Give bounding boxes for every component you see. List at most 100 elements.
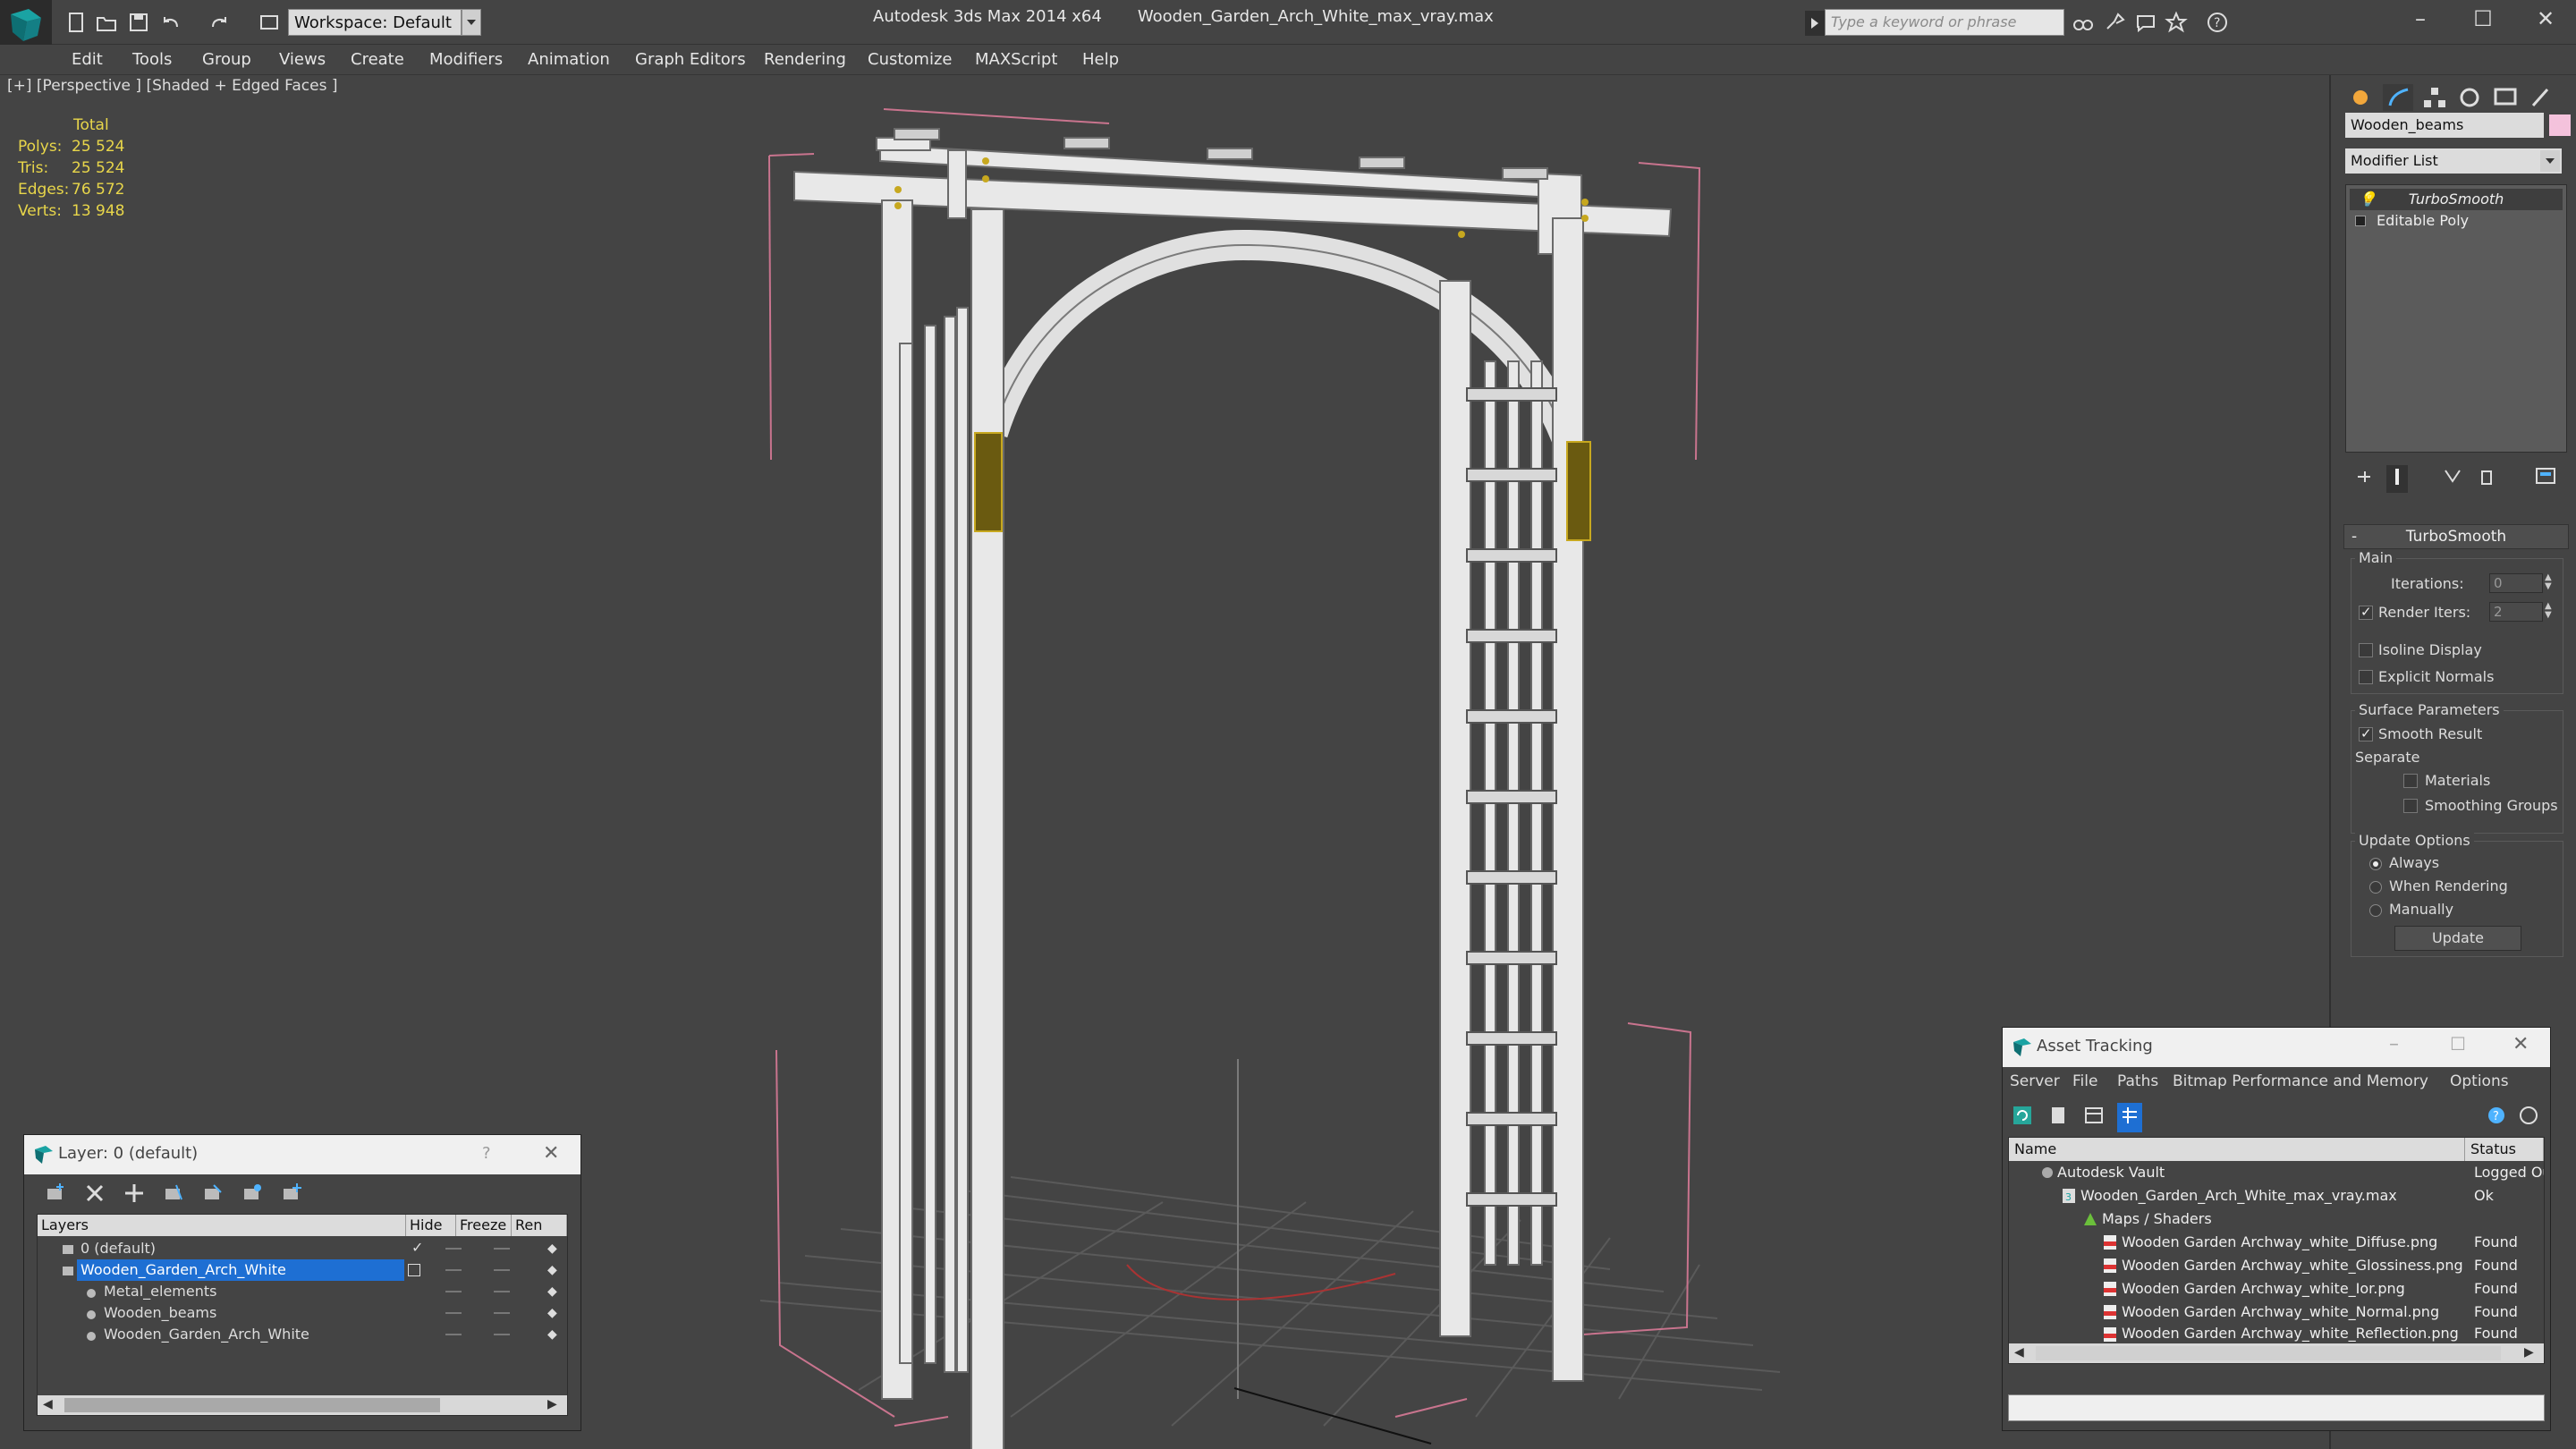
- scroll-left-icon[interactable]: ◀: [2014, 1345, 2024, 1360]
- table-view-icon[interactable]: [2083, 1105, 2105, 1131]
- menu-rendering[interactable]: Rendering: [764, 45, 846, 75]
- chevron-down-icon[interactable]: [2540, 150, 2560, 172]
- list-view-icon[interactable]: [2047, 1105, 2069, 1131]
- create-tab-icon[interactable]: [2345, 84, 2376, 111]
- menu-create[interactable]: Create: [351, 45, 404, 75]
- close-icon[interactable]: ✕: [543, 1142, 559, 1165]
- table-row[interactable]: Wooden Garden Archway_white_Normal.png F…: [2009, 1301, 2544, 1324]
- render-teapot-icon[interactable]: ◆: [547, 1324, 557, 1345]
- when-rendering-radio[interactable]: [2369, 881, 2382, 894]
- viewport-label[interactable]: [+] [Perspective ] [Shaded + Edged Faces…: [7, 75, 337, 97]
- refresh-icon[interactable]: [2012, 1105, 2033, 1131]
- menu-help[interactable]: Help: [1082, 45, 1119, 75]
- favorites-star-icon[interactable]: [2165, 11, 2188, 34]
- menu-group[interactable]: Group: [202, 45, 251, 75]
- materials-checkbox[interactable]: [2403, 774, 2418, 788]
- render-iters-spinner[interactable]: 2: [2489, 602, 2543, 622]
- column-header-name[interactable]: Name: [2009, 1138, 2465, 1161]
- workspace-dropdown[interactable]: Workspace: Default: [288, 9, 462, 36]
- stack-item-turbosmooth[interactable]: 💡 TurboSmooth: [2350, 189, 2563, 210]
- table-row[interactable]: 3 Wooden_Garden_Arch_White_max_vray.max …: [2009, 1184, 2544, 1208]
- close-icon[interactable]: ✕: [2528, 5, 2563, 32]
- asset-menu-options[interactable]: Options: [2450, 1072, 2509, 1090]
- object-name-field[interactable]: Wooden_beams: [2345, 113, 2544, 138]
- column-header-hide[interactable]: Hide: [406, 1215, 456, 1236]
- scroll-right-icon[interactable]: ▶: [2524, 1345, 2534, 1360]
- asset-tracking-titlebar[interactable]: Asset Tracking – ☐ ✕: [2003, 1028, 2550, 1067]
- spinner-arrows-icon[interactable]: ▲ ▼: [2545, 573, 2552, 591]
- column-header-render[interactable]: Ren: [512, 1215, 567, 1236]
- modifier-list-dropdown[interactable]: Modifier List: [2345, 148, 2562, 174]
- table-row[interactable]: Wooden Garden Archway_white_Reflection.p…: [2009, 1324, 2544, 1343]
- hierarchy-tab-icon[interactable]: [2419, 84, 2449, 111]
- search-expand-icon[interactable]: [1805, 11, 1825, 36]
- asset-menu-paths[interactable]: Paths: [2117, 1072, 2158, 1090]
- save-icon[interactable]: [127, 11, 150, 34]
- help-icon[interactable]: ?: [2486, 1105, 2507, 1131]
- maximize-icon[interactable]: ☐: [2450, 1033, 2466, 1055]
- subscription-icon[interactable]: [2104, 11, 2127, 34]
- delete-layer-icon[interactable]: [83, 1182, 106, 1209]
- close-icon[interactable]: ✕: [2512, 1033, 2529, 1055]
- menu-graph-editors[interactable]: Graph Editors: [635, 45, 746, 75]
- isoline-display-checkbox[interactable]: [2359, 643, 2373, 657]
- create-layer-icon[interactable]: [44, 1182, 67, 1209]
- freeze-all-icon[interactable]: [280, 1182, 303, 1209]
- undo-icon[interactable]: [159, 11, 182, 34]
- communication-icon[interactable]: [2134, 11, 2157, 34]
- table-row[interactable]: Autodesk Vault Logged Ou: [2009, 1161, 2544, 1184]
- open-folder-icon[interactable]: [95, 11, 118, 34]
- new-file-icon[interactable]: [64, 11, 88, 34]
- minimize-icon[interactable]: –: [2402, 5, 2438, 32]
- column-header-status[interactable]: Status: [2465, 1138, 2544, 1161]
- table-row[interactable]: Wooden_Garden_Arch_White ◆: [38, 1324, 567, 1345]
- highlight-layer-icon[interactable]: [201, 1182, 225, 1209]
- menu-maxscript[interactable]: MAXScript: [975, 45, 1057, 75]
- menu-tools[interactable]: Tools: [132, 45, 172, 75]
- help-icon[interactable]: ?: [2206, 11, 2229, 34]
- show-end-result-icon[interactable]: [2386, 465, 2408, 493]
- table-row[interactable]: Maps / Shaders: [2009, 1208, 2544, 1231]
- display-tab-icon[interactable]: [2490, 84, 2521, 111]
- menu-animation[interactable]: Animation: [528, 45, 610, 75]
- render-teapot-icon[interactable]: ◆: [547, 1302, 557, 1324]
- smooth-result-checkbox[interactable]: [2359, 725, 2373, 741]
- table-row[interactable]: Wooden_beams ◆: [38, 1302, 567, 1324]
- modify-tab-icon[interactable]: [2383, 84, 2413, 111]
- column-header-freeze[interactable]: Freeze: [456, 1215, 512, 1236]
- project-folder-icon[interactable]: [258, 11, 281, 34]
- select-in-layer-icon[interactable]: [162, 1182, 185, 1209]
- expand-icon[interactable]: [2355, 216, 2366, 226]
- table-row[interactable]: Wooden Garden Archway_white_Glossiness.p…: [2009, 1254, 2544, 1277]
- stack-item-editable-poly[interactable]: Editable Poly: [2350, 210, 2563, 232]
- menu-customize[interactable]: Customize: [868, 45, 952, 75]
- explicit-normals-checkbox[interactable]: [2359, 670, 2373, 684]
- chevron-down-icon[interactable]: [462, 9, 481, 36]
- render-iters-checkbox[interactable]: [2359, 604, 2373, 620]
- make-unique-icon[interactable]: [2442, 467, 2463, 491]
- always-radio[interactable]: [2369, 858, 2382, 870]
- spinner-arrows-icon[interactable]: ▲ ▼: [2545, 602, 2552, 620]
- menu-edit[interactable]: Edit: [72, 45, 103, 75]
- update-button[interactable]: Update: [2394, 926, 2521, 951]
- maximize-icon[interactable]: ☐: [2465, 5, 2501, 32]
- asset-menu-server[interactable]: Server: [2010, 1072, 2060, 1090]
- iterations-spinner[interactable]: 0: [2489, 573, 2543, 593]
- render-teapot-icon[interactable]: ◆: [547, 1238, 557, 1259]
- asset-menu-file[interactable]: File: [2072, 1072, 2097, 1090]
- layer-dialog-titlebar[interactable]: Layer: 0 (default) ? ✕: [24, 1135, 580, 1174]
- context-help-icon[interactable]: [2518, 1105, 2539, 1131]
- table-row[interactable]: Wooden Garden Archway_white_Diffuse.png …: [2009, 1231, 2544, 1254]
- menu-views[interactable]: Views: [279, 45, 326, 75]
- utilities-tab-icon[interactable]: [2526, 84, 2556, 111]
- table-row[interactable]: Wooden_Garden_Arch_White ◆: [38, 1259, 567, 1281]
- binoculars-icon[interactable]: [2072, 11, 2095, 34]
- render-teapot-icon[interactable]: ◆: [547, 1281, 557, 1302]
- grid-view-icon[interactable]: [2117, 1103, 2142, 1132]
- motion-tab-icon[interactable]: [2454, 84, 2485, 111]
- horizontal-scrollbar[interactable]: ◀ ▶: [38, 1395, 567, 1415]
- manually-radio[interactable]: [2369, 904, 2382, 917]
- scroll-right-icon[interactable]: ▶: [547, 1397, 557, 1411]
- asset-path-field[interactable]: [2008, 1394, 2545, 1421]
- scroll-left-icon[interactable]: ◀: [43, 1397, 53, 1411]
